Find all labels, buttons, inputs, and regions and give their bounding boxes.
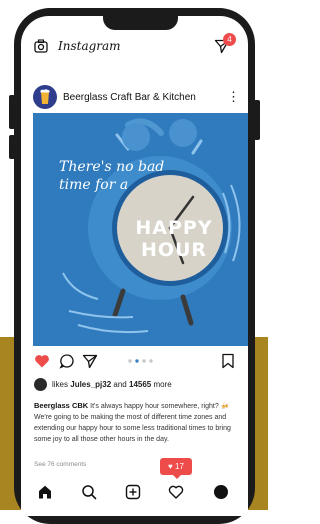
- bottom-navigation: [21, 478, 248, 506]
- heart-filled-icon[interactable]: [34, 353, 50, 369]
- profile-icon[interactable]: [213, 484, 229, 500]
- dm-count-badge: 4: [223, 33, 236, 46]
- activity-heart-icon[interactable]: [168, 484, 184, 500]
- heart-small-icon: ♥: [168, 462, 173, 471]
- comment-icon[interactable]: [59, 353, 75, 369]
- view-comments-link[interactable]: See 76 comments: [34, 461, 86, 468]
- app-brand: Instagram: [58, 39, 121, 53]
- camera-icon[interactable]: [34, 39, 48, 53]
- image-tagline: There's no bad time for a: [59, 159, 165, 193]
- phone-notch: [103, 16, 178, 30]
- post-image[interactable]: There's no bad time for a HAPPY HOUR: [33, 113, 248, 346]
- post-actions-bar: [21, 353, 248, 373]
- carousel-dots: [128, 359, 153, 363]
- caption-author[interactable]: Beerglass CBK: [34, 401, 88, 410]
- more-options-icon[interactable]: ⋮: [227, 90, 240, 106]
- home-icon[interactable]: [37, 484, 53, 500]
- search-icon[interactable]: [81, 484, 97, 500]
- account-name[interactable]: Beerglass Craft Bar & Kitchen: [63, 92, 196, 103]
- likes-connector: and: [113, 380, 127, 389]
- liker-username[interactable]: Jules_pj32: [70, 380, 111, 389]
- likes-count: 14565: [129, 380, 152, 389]
- phone-screen: Instagram 4 Beerglass Craft Bar & Kitche…: [21, 16, 248, 516]
- share-icon[interactable]: [82, 353, 98, 369]
- likes-row: likes Jules_pj32 and 14565 more: [21, 377, 248, 393]
- post-header: Beerglass Craft Bar & Kitchen ⋮: [21, 83, 248, 113]
- beer-glass-logo-icon: [40, 89, 50, 104]
- likes-notification-badge[interactable]: ♥ 17: [160, 458, 192, 475]
- likes-prefix: likes: [52, 380, 69, 389]
- clock-face-text: HAPPY HOUR: [135, 217, 213, 261]
- phone-side-button: [9, 135, 15, 159]
- account-avatar[interactable]: [33, 85, 57, 109]
- likes-notification-count: 17: [175, 462, 184, 471]
- likes-suffix: more: [153, 380, 172, 389]
- phone-side-button: [254, 100, 260, 140]
- bookmark-icon[interactable]: [220, 353, 236, 369]
- phone-side-button: [9, 95, 15, 129]
- app-top-bar: Instagram 4: [21, 33, 248, 58]
- post-caption: Beerglass CBK It's always happy hour som…: [34, 400, 239, 445]
- likes-summary[interactable]: likes Jules_pj32 and 14565 more: [52, 380, 172, 389]
- add-post-icon[interactable]: [125, 484, 141, 500]
- liker-avatar[interactable]: [34, 378, 47, 391]
